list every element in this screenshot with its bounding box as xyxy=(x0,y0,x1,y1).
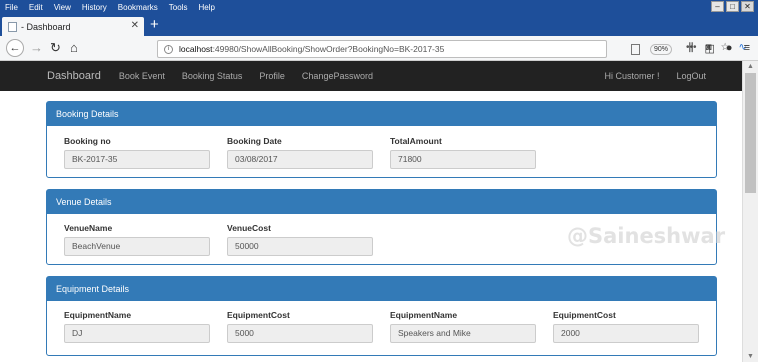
app-navbar: Dashboard Book Event Booking Status Prof… xyxy=(0,61,742,91)
nav-brand[interactable]: Dashboard xyxy=(47,70,101,82)
vertical-scrollbar[interactable]: ▲ ▼ xyxy=(742,61,758,362)
sidebar-icon[interactable]: ◫ xyxy=(705,42,715,55)
new-tab-button[interactable]: + xyxy=(150,17,159,33)
equipment-name-label-2: EquipmentName xyxy=(390,310,458,320)
tab-title: - Dashboard xyxy=(21,21,71,32)
total-amount-input[interactable]: 71800 xyxy=(390,150,536,169)
booking-date-label: Booking Date xyxy=(227,136,282,146)
url-bar[interactable]: i localhost :49980/ShowAllBooking/ShowOr… xyxy=(157,40,747,58)
reader-view-icon[interactable] xyxy=(631,44,640,55)
menu-hamburger-icon[interactable]: ≡ xyxy=(744,42,750,55)
nav-logout[interactable]: LogOut xyxy=(676,71,706,81)
scrollbar-thumb[interactable] xyxy=(745,73,756,193)
venue-name-input[interactable]: BeachVenue xyxy=(64,237,210,256)
equipment-name-input-1[interactable]: DJ xyxy=(64,324,210,343)
scroll-down-icon[interactable]: ▼ xyxy=(747,353,754,360)
equipment-cost-input-1[interactable]: 5000 xyxy=(227,324,373,343)
watermark-text: @Saineshwar xyxy=(567,224,726,248)
menu-bar: File Edit View History Bookmarks Tools H… xyxy=(0,0,758,14)
zoom-indicator[interactable]: 90% xyxy=(650,44,672,55)
url-host: localhost xyxy=(179,44,213,54)
nav-greeting[interactable]: Hi Customer ! xyxy=(604,71,659,81)
booking-no-input[interactable]: BK-2017-35 xyxy=(64,150,210,169)
menu-edit[interactable]: Edit xyxy=(29,3,43,12)
maximize-button[interactable]: □ xyxy=(726,1,739,12)
menu-tools[interactable]: Tools xyxy=(169,3,188,12)
nav-booking-status[interactable]: Booking Status xyxy=(182,71,243,81)
venue-cost-label: VenueCost xyxy=(227,223,271,233)
page-icon xyxy=(8,21,17,32)
menu-bookmarks[interactable]: Bookmarks xyxy=(118,3,158,12)
menu-file[interactable]: File xyxy=(5,3,18,12)
page-content: Dashboard Book Event Booking Status Prof… xyxy=(0,61,742,362)
nav-profile[interactable]: Profile xyxy=(259,71,285,81)
booking-date-input[interactable]: 03/08/2017 xyxy=(227,150,373,169)
equipment-cost-label-1: EquipmentCost xyxy=(227,310,290,320)
equipment-name-label-1: EquipmentName xyxy=(64,310,132,320)
url-path: :49980/ShowAllBooking/ShowOrder?BookingN… xyxy=(212,44,445,54)
home-button[interactable]: ⌂ xyxy=(70,40,78,56)
equipment-details-panel: Equipment Details EquipmentName DJ Equip… xyxy=(46,276,717,356)
nav-change-password[interactable]: ChangePassword xyxy=(302,71,373,81)
back-button[interactable]: ← xyxy=(6,39,24,57)
browser-toolbar: ← → ↻ ⌂ i localhost :49980/ShowAllBookin… xyxy=(0,36,758,61)
forward-button[interactable]: → xyxy=(30,40,43,56)
menu-history[interactable]: History xyxy=(82,3,107,12)
tab-dashboard[interactable]: - Dashboard ✕ xyxy=(2,17,144,36)
equipment-cost-input-2[interactable]: 2000 xyxy=(553,324,699,343)
site-info-icon[interactable]: i xyxy=(164,44,173,54)
total-amount-label: TotalAmount xyxy=(390,136,442,146)
scroll-up-icon[interactable]: ▲ xyxy=(747,63,754,70)
equipment-name-input-2[interactable]: Speakers and Mike xyxy=(390,324,536,343)
reload-button[interactable]: ↻ xyxy=(50,40,61,56)
window-controls: – □ ✕ xyxy=(711,1,754,12)
account-icon[interactable]: ● xyxy=(726,42,733,55)
close-tab-icon[interactable]: ✕ xyxy=(131,20,139,31)
booking-no-label: Booking no xyxy=(64,136,111,146)
tab-strip: - Dashboard ✕ + xyxy=(0,14,758,36)
close-window-button[interactable]: ✕ xyxy=(741,1,754,12)
library-icon[interactable]: ⫼ xyxy=(688,42,693,55)
menu-view[interactable]: View xyxy=(54,3,71,12)
venue-details-heading: Venue Details xyxy=(47,190,716,214)
equipment-details-heading: Equipment Details xyxy=(47,277,716,301)
venue-name-label: VenueName xyxy=(64,223,113,233)
equipment-cost-label-2: EquipmentCost xyxy=(553,310,616,320)
booking-details-panel: Booking Details Booking no BK-2017-35 Bo… xyxy=(46,101,717,178)
nav-book-event[interactable]: Book Event xyxy=(119,71,165,81)
minimize-button[interactable]: – xyxy=(711,1,724,12)
venue-cost-input[interactable]: 50000 xyxy=(227,237,373,256)
menu-help[interactable]: Help xyxy=(198,3,214,12)
booking-details-heading: Booking Details xyxy=(47,102,716,126)
